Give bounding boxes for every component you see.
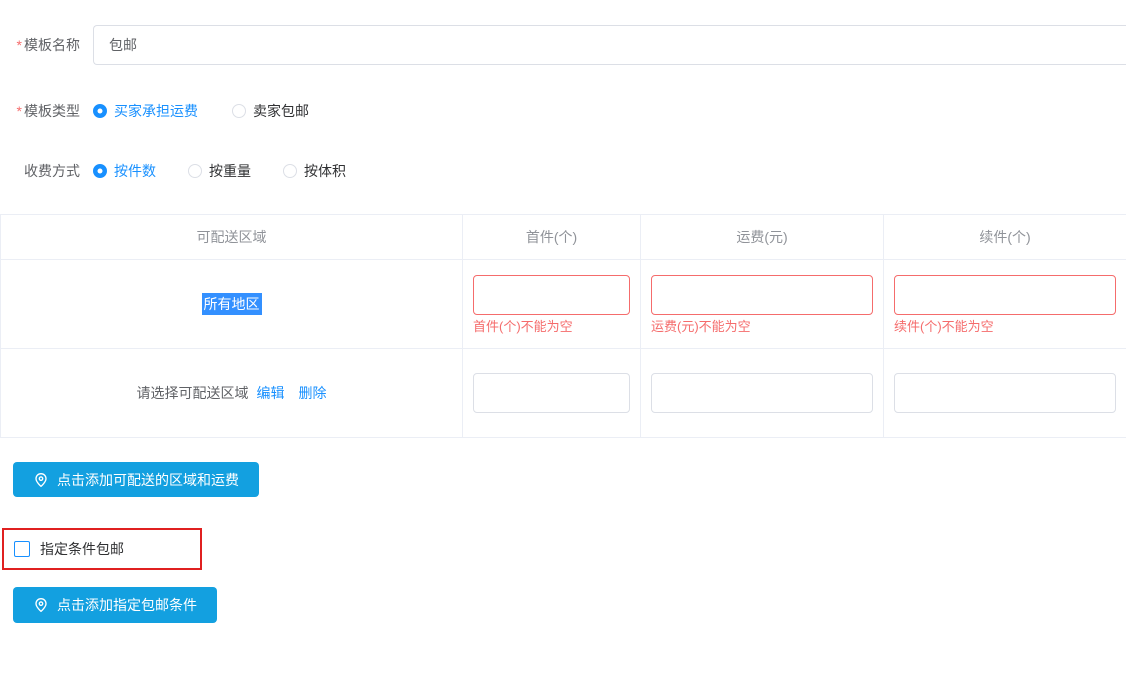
template-type-label-text: 模板类型	[24, 103, 80, 119]
template-type-radio-group: 买家承担运费 卖家包邮	[93, 101, 309, 121]
delete-link[interactable]: 删除	[299, 383, 327, 403]
form-row-charge-method: 收费方式 按件数 按重量 按体积	[0, 161, 1126, 181]
additional-piece-cell	[884, 349, 1126, 437]
template-name-input[interactable]	[93, 25, 1126, 65]
add-area-fee-button[interactable]: 点击添加可配送的区域和运费	[13, 462, 259, 497]
radio-label: 卖家包邮	[253, 101, 309, 121]
header-shipping-fee: 运费(元)	[641, 215, 884, 259]
template-type-label: *模板类型	[0, 101, 80, 121]
table-row-select-area: 请选择可配送区域 编辑 删除	[1, 349, 1126, 438]
area-cell-all-areas: 所有地区	[1, 260, 463, 348]
first-piece-error: 首件(个)不能为空	[473, 319, 630, 334]
required-asterisk: *	[17, 37, 22, 53]
charge-method-radio-group: 按件数 按重量 按体积	[93, 161, 346, 181]
radio-by-volume[interactable]: 按体积	[283, 161, 346, 181]
radio-unchecked-icon	[283, 164, 297, 178]
shipping-fee-cell: 运费(元)不能为空	[641, 260, 884, 348]
additional-piece-cell: 续件(个)不能为空	[884, 260, 1126, 348]
location-pin-icon	[33, 597, 49, 613]
template-name-label: *模板名称	[0, 35, 80, 55]
add-free-shipping-condition-button[interactable]: 点击添加指定包邮条件	[13, 587, 217, 623]
conditional-free-shipping-label: 指定条件包邮	[40, 539, 124, 559]
radio-label: 买家承担运费	[114, 101, 198, 121]
radio-label: 按体积	[304, 161, 346, 181]
conditional-free-shipping-checkbox[interactable]	[14, 541, 30, 557]
radio-label: 按件数	[114, 161, 156, 181]
template-name-label-text: 模板名称	[24, 37, 80, 53]
shipping-template-form: *模板名称 *模板类型 买家承担运费 卖家包邮 收费方式 按件数 按重	[0, 25, 1126, 623]
all-areas-selected-text[interactable]: 所有地区	[202, 293, 262, 315]
additional-piece-input[interactable]	[894, 275, 1116, 315]
additional-piece-input[interactable]	[894, 373, 1116, 413]
area-cell-select-area: 请选择可配送区域 编辑 删除	[1, 349, 463, 437]
first-piece-cell: 首件(个)不能为空	[463, 260, 641, 348]
required-asterisk: *	[17, 103, 22, 119]
shipping-fee-error: 运费(元)不能为空	[651, 319, 873, 334]
radio-unchecked-icon	[188, 164, 202, 178]
form-row-template-type: *模板类型 买家承担运费 卖家包邮	[0, 101, 1126, 121]
charge-method-label: 收费方式	[0, 161, 80, 181]
form-row-template-name: *模板名称	[0, 25, 1126, 65]
radio-label: 按重量	[209, 161, 251, 181]
first-piece-input[interactable]	[473, 373, 630, 413]
first-piece-input[interactable]	[473, 275, 630, 315]
first-piece-cell	[463, 349, 641, 437]
charge-method-label-text: 收费方式	[24, 163, 80, 179]
radio-checked-icon	[93, 104, 107, 118]
header-additional-piece: 续件(个)	[884, 215, 1126, 259]
header-delivery-area: 可配送区域	[1, 215, 463, 259]
location-pin-icon	[33, 472, 49, 488]
shipping-fee-table: 可配送区域 首件(个) 运费(元) 续件(个) 所有地区 首件(个)不能为空 运…	[0, 214, 1126, 438]
edit-link[interactable]: 编辑	[257, 383, 285, 403]
conditional-free-shipping-box: 指定条件包邮	[2, 528, 202, 570]
table-header-row: 可配送区域 首件(个) 运费(元) 续件(个)	[1, 215, 1126, 260]
shipping-fee-cell	[641, 349, 884, 437]
header-first-piece: 首件(个)	[463, 215, 641, 259]
radio-by-piece[interactable]: 按件数	[93, 161, 156, 181]
radio-unchecked-icon	[232, 104, 246, 118]
select-area-text: 请选择可配送区域	[137, 383, 249, 403]
add-free-shipping-condition-button-label: 点击添加指定包邮条件	[57, 595, 197, 615]
radio-seller-free-shipping[interactable]: 卖家包邮	[232, 101, 309, 121]
radio-by-weight[interactable]: 按重量	[188, 161, 251, 181]
radio-buyer-pays-shipping[interactable]: 买家承担运费	[93, 101, 198, 121]
table-row-all-areas: 所有地区 首件(个)不能为空 运费(元)不能为空 续件(个)不能为空	[1, 260, 1126, 349]
shipping-fee-input[interactable]	[651, 373, 873, 413]
shipping-fee-input[interactable]	[651, 275, 873, 315]
add-area-fee-button-label: 点击添加可配送的区域和运费	[57, 470, 239, 490]
additional-piece-error: 续件(个)不能为空	[894, 319, 1116, 334]
radio-checked-icon	[93, 164, 107, 178]
